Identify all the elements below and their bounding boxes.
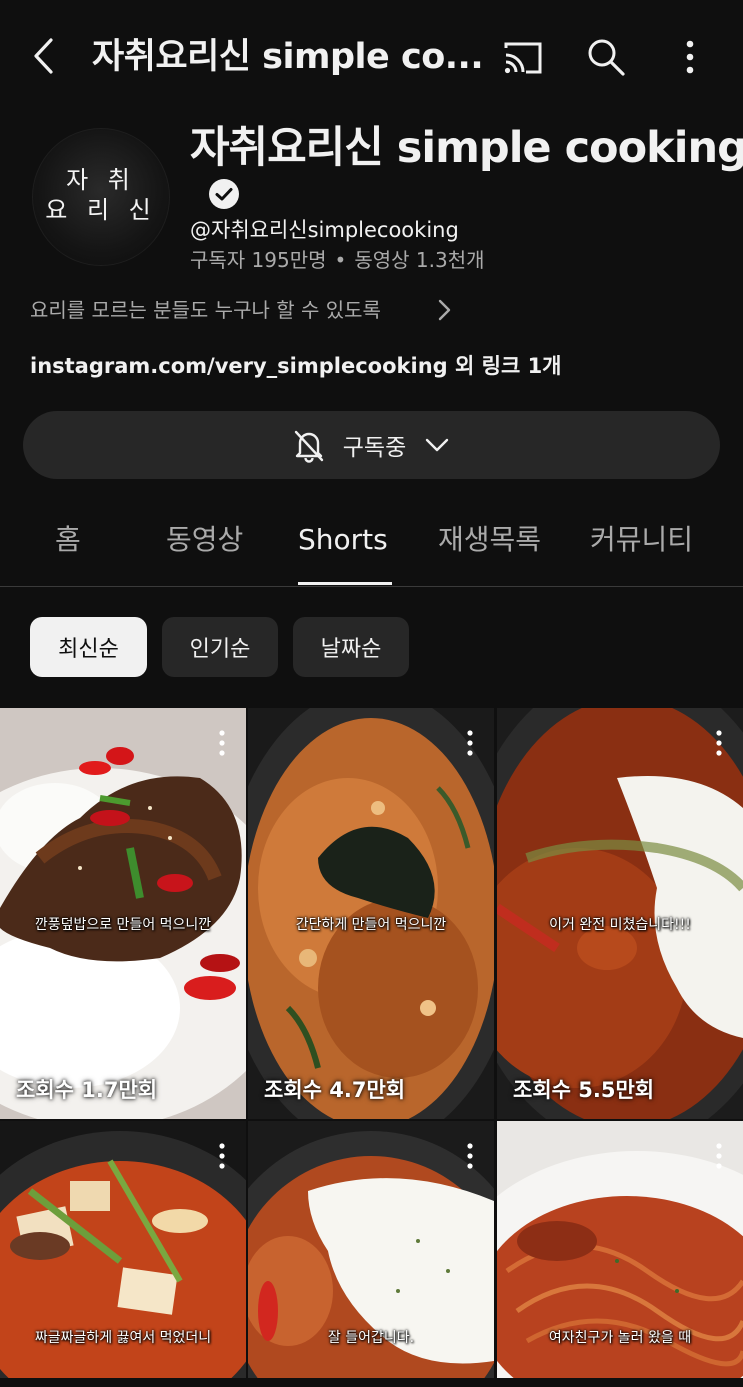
- more-vert-icon[interactable]: [709, 1141, 729, 1171]
- subscribed-label: 구독중: [342, 435, 407, 461]
- more-vert-icon[interactable]: [212, 1141, 232, 1171]
- channel-tabs: 홈 동영상 Shorts 재생목록 커뮤니티: [0, 506, 743, 587]
- more-vert-icon[interactable]: [668, 35, 712, 79]
- chevron-right-icon[interactable]: [430, 296, 458, 324]
- short-caption: 여자친구가 놀러 왔을 때: [548, 1330, 692, 1346]
- tab-videos[interactable]: 동영상: [166, 522, 243, 558]
- short-caption: 깐풍덮밥으로 만들어 먹으니깐: [34, 917, 212, 933]
- more-vert-icon[interactable]: [460, 1141, 480, 1171]
- chevron-down-icon: [422, 430, 452, 460]
- more-vert-icon[interactable]: [212, 728, 232, 758]
- short-view-count: 조회수 4.7만회: [264, 1078, 406, 1102]
- tab-community[interactable]: 커뮤니티: [590, 522, 693, 558]
- short-thumbnail: [0, 708, 246, 1119]
- short-caption: 이거 완전 미쳤습니다!!!: [549, 917, 691, 933]
- channel-links[interactable]: instagram.com/very_simplecooking 외 링크 1개: [30, 352, 562, 380]
- top-app-bar: 자취요리신 simple co...: [0, 0, 743, 112]
- cast-icon[interactable]: [500, 36, 544, 80]
- shorts-grid: 깐풍덮밥으로 만들어 먹으니깐 조회수 1.7만회 간단하게 만들어 먹으니깐 …: [0, 708, 743, 1387]
- short-caption: 잘 들어갑니다.: [327, 1330, 415, 1346]
- short-card[interactable]: 이거 완전 미쳤습니다!!! 조회수 5.5만회: [497, 708, 743, 1119]
- chip-latest[interactable]: 최신순: [30, 617, 147, 677]
- channel-handle: @자취요리신simplecooking: [190, 218, 459, 242]
- search-icon[interactable]: [584, 35, 628, 79]
- active-tab-indicator: [298, 582, 392, 585]
- short-thumbnail: [497, 708, 743, 1119]
- channel-stats: 구독자 195만명 • 동영상 1.3천개: [190, 246, 485, 274]
- short-card[interactable]: 잘 들어갑니다.: [248, 1121, 494, 1387]
- video-count: 동영상 1.3천개: [354, 248, 485, 272]
- short-card[interactable]: 깐풍덮밥으로 만들어 먹으니깐 조회수 1.7만회: [0, 708, 246, 1119]
- subscriber-count: 구독자 195만명: [190, 248, 327, 272]
- short-card[interactable]: 여자친구가 놀러 왔을 때: [497, 1121, 743, 1387]
- more-vert-icon[interactable]: [460, 728, 480, 758]
- channel-description[interactable]: 요리를 모르는 분들도 누구나 할 수 있도록: [30, 296, 381, 324]
- tab-shorts[interactable]: Shorts: [298, 522, 388, 558]
- tab-playlists[interactable]: 재생목록: [438, 522, 541, 558]
- bottom-edge: [0, 1378, 743, 1387]
- short-view-count: 조회수 1.7만회: [16, 1078, 158, 1102]
- arrow-back-icon[interactable]: [24, 34, 68, 78]
- short-card[interactable]: 간단하게 만들어 먹으니깐 조회수 4.7만회: [248, 708, 494, 1119]
- bell-off-icon: [291, 427, 327, 463]
- short-card[interactable]: 짜글짜글하게 끓여서 먹었더니: [0, 1121, 246, 1387]
- subscribed-button[interactable]: 구독중: [23, 411, 720, 479]
- short-view-count: 조회수 5.5만회: [513, 1078, 655, 1102]
- short-caption: 간단하게 만들어 먹으니깐: [295, 917, 447, 933]
- tab-home[interactable]: 홈: [55, 522, 81, 558]
- chip-popular[interactable]: 인기순: [162, 617, 278, 677]
- stats-separator: •: [334, 248, 347, 272]
- more-vert-icon[interactable]: [709, 728, 729, 758]
- app-bar-title: 자취요리신 simple co...: [92, 37, 484, 77]
- chip-oldest[interactable]: 날짜순: [293, 617, 409, 677]
- short-caption: 짜글짜글하게 끓여서 먹었더니: [34, 1330, 212, 1346]
- avatar-logo-text: 자 취 요 리 신: [45, 166, 157, 224]
- verified-badge-icon: [208, 178, 240, 210]
- channel-name: 자취요리신 simple cooking: [190, 123, 743, 173]
- channel-avatar[interactable]: 자 취 요 리 신: [32, 128, 170, 266]
- short-thumbnail: [248, 708, 494, 1119]
